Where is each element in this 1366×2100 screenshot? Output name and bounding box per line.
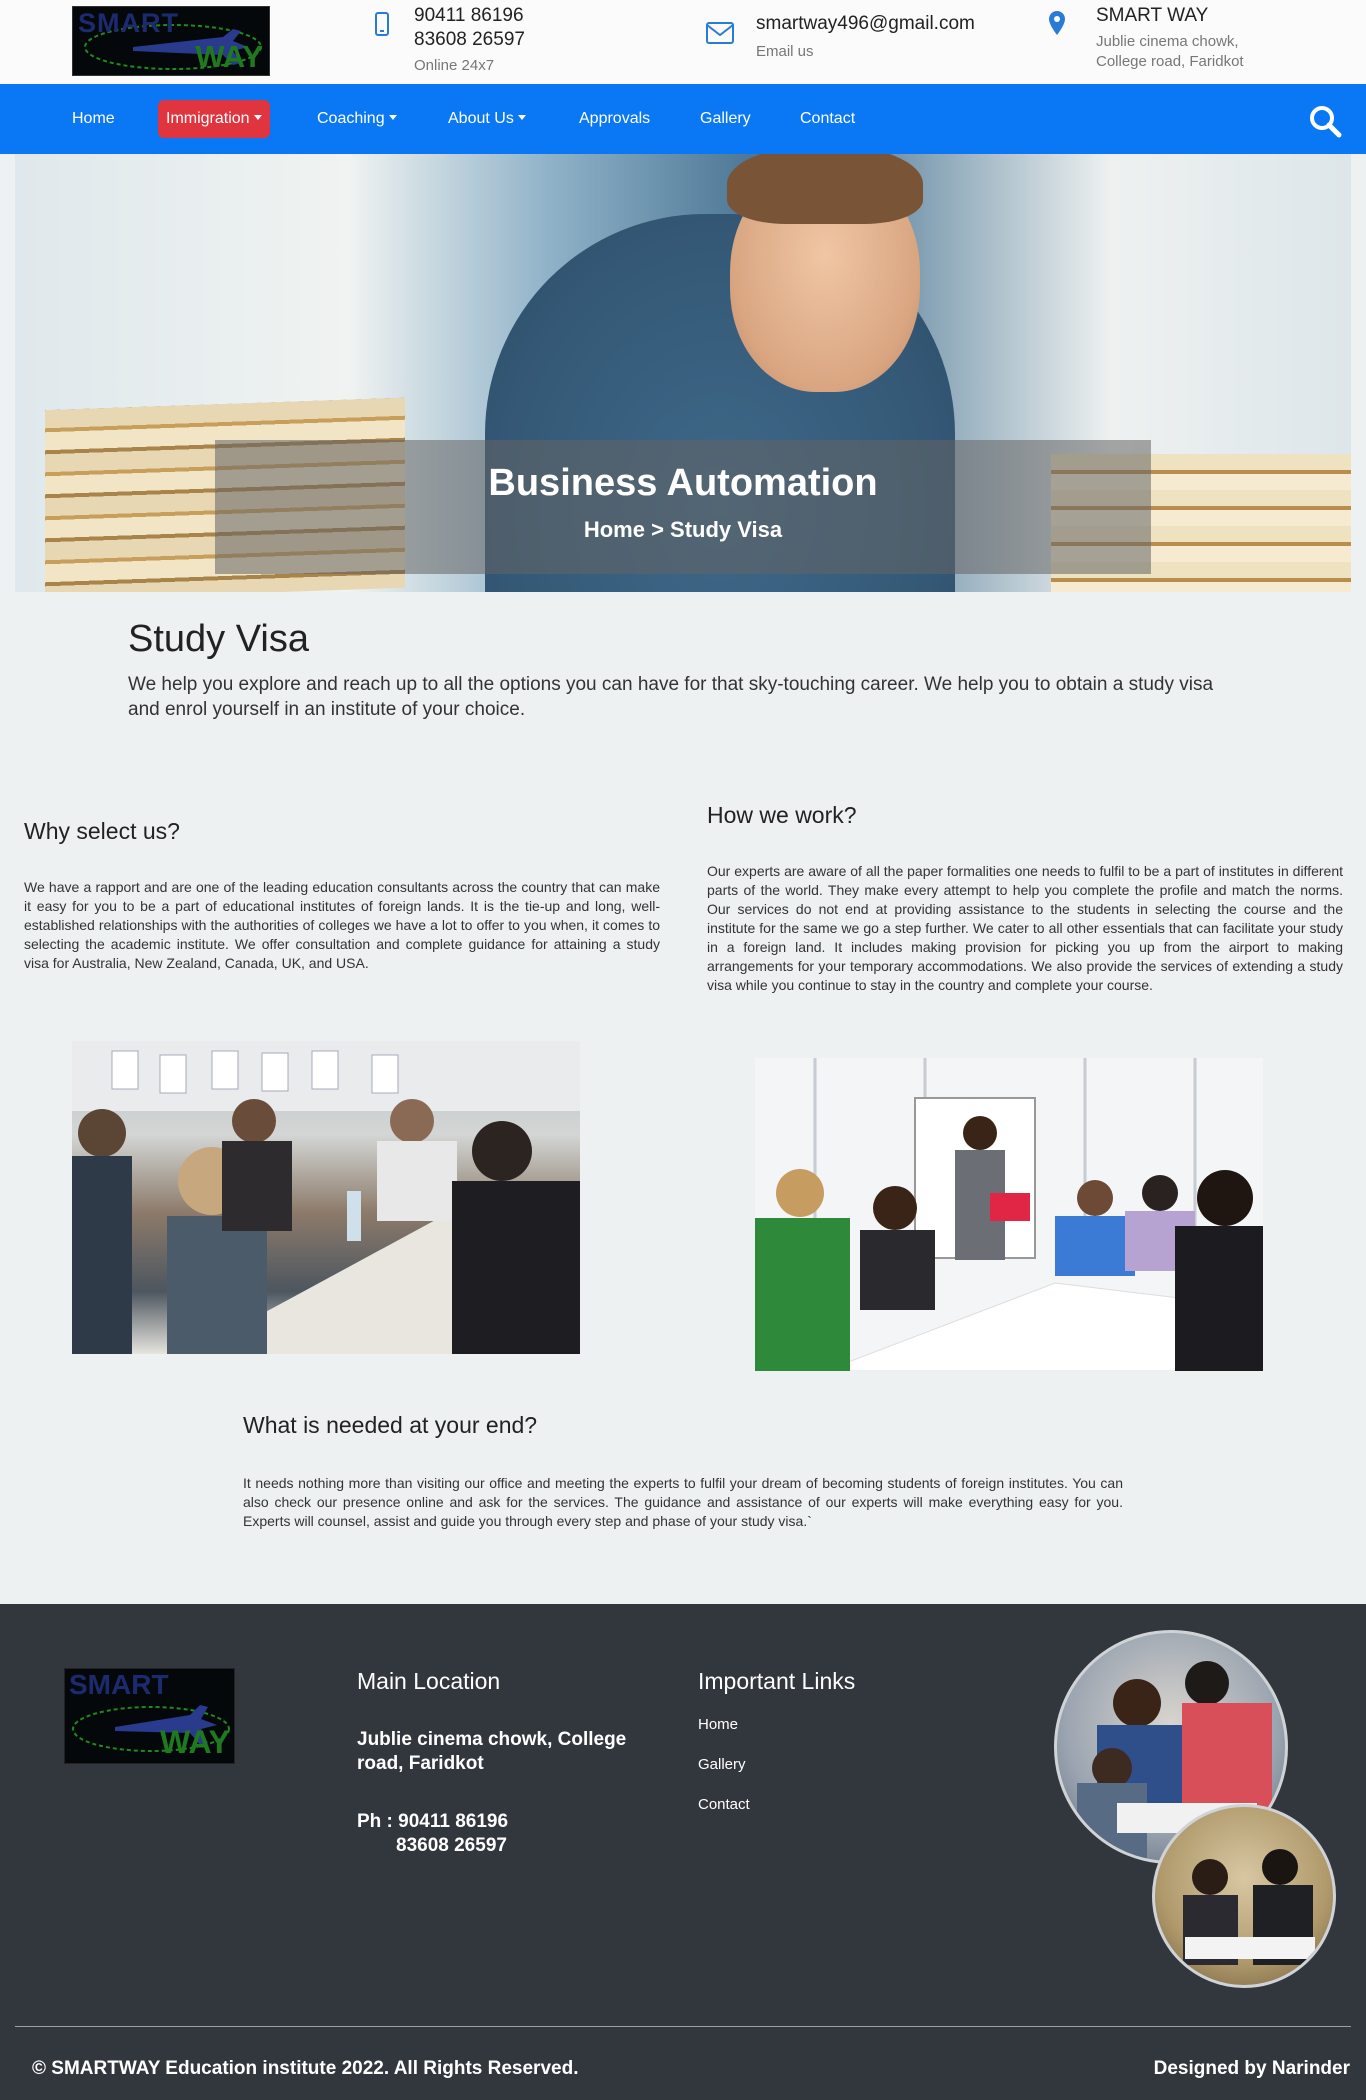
top-info-bar: SMART WAY 90411 86196 83608 26597 Online…	[0, 0, 1366, 84]
page-title: Study Visa	[128, 618, 309, 660]
why-text: We have a rapport and are one of the lea…	[24, 879, 660, 971]
copyright-text: © SMARTWAY Education institute 2022. All…	[32, 2058, 579, 2079]
footer-address: Jublie cinema chowk, College road, Farid…	[357, 1729, 627, 1774]
business-presentation-photo	[755, 1058, 1263, 1371]
smartway-logo[interactable]: SMART WAY	[72, 6, 270, 76]
footer-phone-2[interactable]: 83608 26597	[396, 1834, 507, 1858]
presentation-illustration	[755, 1058, 1263, 1371]
search-button[interactable]	[1308, 104, 1342, 138]
location-line-1: Jublie cinema chowk,	[1096, 33, 1239, 50]
email-label: Email us	[756, 43, 814, 60]
footer-link-contact[interactable]: Contact	[698, 1796, 750, 1813]
location-title: SMART WAY	[1096, 5, 1209, 26]
nav-immigration[interactable]: Immigration	[158, 100, 270, 138]
why-heading: Why select us?	[24, 818, 180, 844]
footer-logo-text-smart: SMART	[69, 1669, 169, 1700]
nav-coaching-label: Coaching	[317, 110, 385, 127]
nav-immigration-label: Immigration	[166, 110, 250, 127]
hero-breadcrumb[interactable]: Home > Study Visa	[215, 517, 1151, 543]
main-navbar: Home Immigration Coaching About Us Appro…	[0, 84, 1366, 154]
how-text: Our experts are aware of all the paper f…	[707, 863, 1343, 993]
footer-phone-1[interactable]: Ph : 90411 86196	[357, 1810, 508, 1834]
email-address[interactable]: smartway496@gmail.com	[756, 12, 1016, 36]
footer-link-home[interactable]: Home	[698, 1716, 738, 1733]
footer-divider	[15, 2026, 1351, 2027]
phone-number-1[interactable]: 90411 86196	[414, 4, 554, 28]
mobile-phone-icon	[375, 12, 389, 36]
footer-links-heading: Important Links	[698, 1668, 856, 1694]
caret-down-icon	[253, 115, 262, 120]
needed-text: It needs nothing more than visiting our …	[243, 1475, 1123, 1529]
hero-banner: Business Automation Home > Study Visa	[15, 154, 1351, 592]
site-footer: SMART WAY Main Location Jublie cinema ch…	[0, 1604, 1366, 2100]
phone-number-2[interactable]: 83608 26597	[414, 28, 554, 52]
hero-caption-box: Business Automation Home > Study Visa	[215, 440, 1151, 574]
needed-heading: What is needed at your end?	[243, 1412, 538, 1438]
consultation-meeting-photo	[72, 1041, 580, 1354]
footer-link-gallery[interactable]: Gallery	[698, 1756, 746, 1773]
map-pin-icon	[1049, 11, 1065, 35]
classroom-illustration	[1183, 1849, 1315, 1965]
classroom-students-photo	[1152, 1804, 1336, 1988]
nav-gallery[interactable]: Gallery	[700, 104, 751, 134]
footer-logo[interactable]: SMART WAY	[64, 1668, 235, 1764]
footer-logo-text-way: WAY	[160, 1724, 230, 1760]
phone-availability: Online 24x7	[414, 57, 495, 74]
footer-location-heading: Main Location	[357, 1668, 501, 1694]
how-heading: How we work?	[707, 802, 857, 828]
nav-approvals[interactable]: Approvals	[579, 104, 650, 134]
location-line-2: College road, Faridkot	[1096, 53, 1244, 70]
designer-credit: Designed by Narinder	[1153, 2058, 1350, 2079]
envelope-icon	[706, 22, 734, 44]
student-hair	[727, 154, 923, 224]
nav-coaching[interactable]: Coaching	[317, 104, 397, 134]
caret-down-icon	[388, 115, 397, 120]
logo-text-smart: SMART	[78, 8, 179, 38]
nav-about-us[interactable]: About Us	[448, 104, 526, 134]
hero-title: Business Automation	[488, 462, 878, 504]
nav-about-label: About Us	[448, 110, 514, 127]
nav-home[interactable]: Home	[72, 104, 115, 134]
meeting-illustration	[72, 1041, 580, 1354]
intro-text: We help you explore and reach up to all …	[128, 674, 1214, 720]
search-icon	[1310, 106, 1342, 138]
nav-contact[interactable]: Contact	[800, 104, 855, 134]
logo-text-way: WAY	[195, 39, 263, 74]
caret-down-icon	[517, 115, 526, 120]
